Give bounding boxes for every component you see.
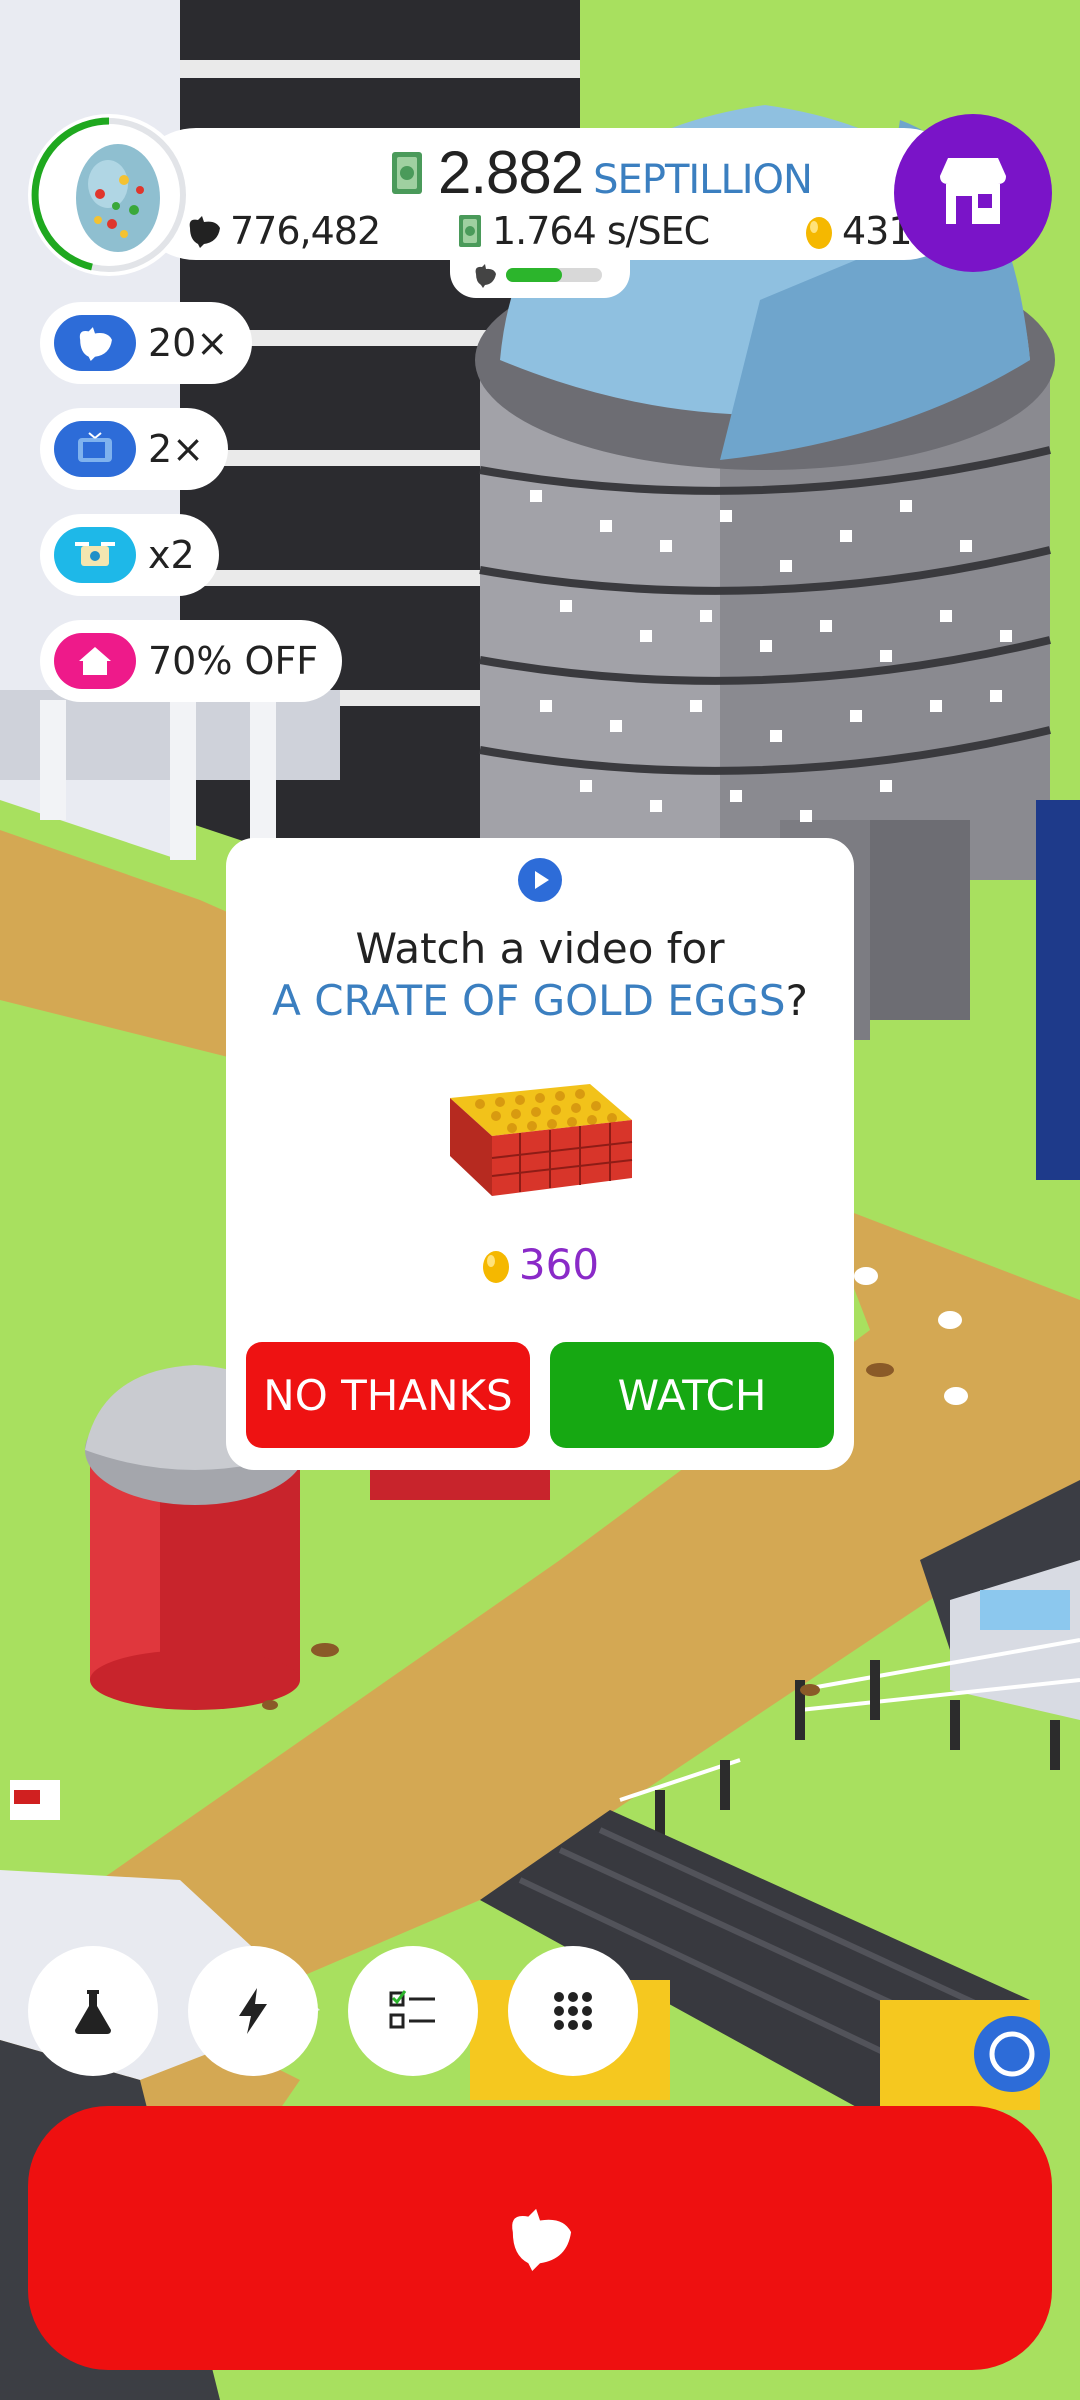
reward-suffix: ? — [785, 976, 808, 1025]
chicken-boost-icon — [54, 315, 136, 371]
boosts-button[interactable] — [188, 1946, 318, 2076]
cash-icon — [392, 152, 422, 194]
boost-label: 70% OFF — [148, 639, 319, 683]
money-unit: SEPTILLION — [593, 157, 813, 203]
gold-egg-icon — [806, 217, 832, 249]
money-display: 2.882 SEPTILLION — [390, 138, 813, 208]
watch-button[interactable]: WATCH — [550, 1342, 834, 1448]
video-offer-dialog: Watch a video for A CRATE OF GOLD EGGS? … — [226, 838, 854, 1470]
boost-label: 20× — [148, 321, 229, 365]
menu-button[interactable] — [508, 1946, 638, 2076]
reward-amount-value: 360 — [518, 1240, 600, 1289]
missions-button[interactable] — [348, 1946, 478, 2076]
income-rate-value: 1.764 s/SEC — [492, 209, 710, 253]
income-rate: 1.764 s/SEC — [458, 208, 710, 254]
shop-button[interactable] — [894, 114, 1052, 272]
research-button[interactable] — [28, 1946, 158, 2076]
drone-boost-icon — [54, 527, 136, 583]
missions-checklist-icon — [389, 1990, 435, 2029]
egg-button[interactable] — [28, 114, 190, 276]
boost-tv-2x[interactable]: 2× — [40, 408, 229, 490]
play-icon — [518, 858, 562, 902]
gold-egg-crate-icon — [450, 1084, 633, 1196]
hatch-progress — [450, 254, 630, 298]
boost-label: 2× — [148, 427, 205, 471]
hatch-chicken-button[interactable] — [28, 2106, 1052, 2370]
reward-amount: 360 — [226, 1240, 854, 1289]
research-flask-icon — [75, 1990, 111, 2034]
chicken-count: 776,482 — [186, 208, 381, 254]
camera-toggle-button[interactable] — [974, 2016, 1050, 2092]
reward-name: A CRATE OF GOLD EGGS — [272, 976, 786, 1025]
chicken-icon — [512, 2208, 572, 2271]
money-value: 2.882 — [438, 139, 584, 206]
menu-grid-icon — [554, 1992, 592, 2030]
chicken-small-icon — [475, 264, 496, 288]
tv-boost-icon — [54, 421, 136, 477]
boost-discount[interactable]: 70% OFF — [40, 620, 343, 702]
chicken-icon — [189, 216, 220, 248]
gold-egg-icon — [482, 1250, 509, 1283]
boost-drone-x2[interactable]: x2 — [40, 514, 219, 596]
circle-icon — [989, 2031, 1035, 2077]
cash-icon — [459, 215, 481, 247]
chicken-count-value: 776,482 — [230, 209, 381, 253]
hatch-progress-fill — [506, 268, 562, 282]
dialog-reward: A CRATE OF GOLD EGGS? — [226, 976, 854, 1025]
boost-chicken-20x[interactable]: 20× — [40, 302, 253, 384]
dialog-title: Watch a video for — [355, 924, 725, 973]
boost-label: x2 — [148, 533, 195, 577]
no-thanks-button[interactable]: NO THANKS — [246, 1342, 530, 1448]
house-discount-icon — [54, 633, 136, 689]
egg-icon — [31, 117, 186, 272]
boost-lightning-icon — [239, 1988, 267, 2034]
shop-icon — [940, 158, 1006, 224]
